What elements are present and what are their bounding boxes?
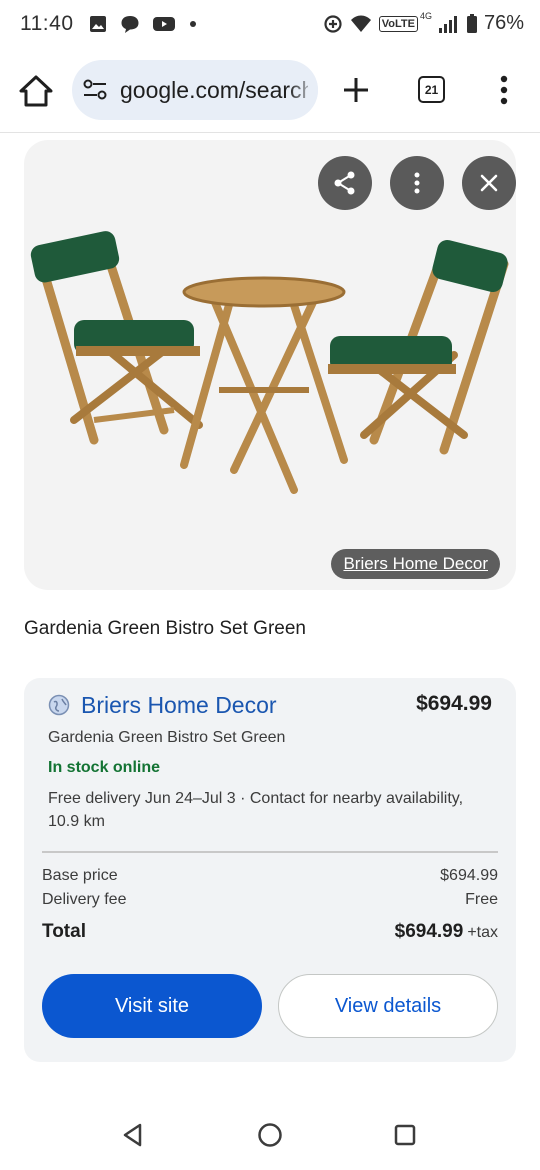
offer-price: $694.99 (416, 692, 492, 715)
home-icon[interactable] (16, 71, 56, 111)
wifi-icon (350, 15, 371, 32)
image-more-button[interactable] (390, 156, 444, 210)
seller-link[interactable]: Briers Home Decor (81, 692, 277, 719)
volte-badge: VoLTE (378, 15, 418, 32)
tab-count: 21 (424, 82, 439, 97)
back-icon[interactable] (118, 1120, 148, 1150)
close-button[interactable] (462, 156, 516, 210)
stock-status: In stock online (48, 759, 161, 776)
dot-icon (190, 21, 196, 27)
tax-label: +tax (467, 924, 498, 941)
left-chair (30, 231, 203, 445)
base-price-label: Base price (42, 867, 118, 884)
notification-icons (88, 14, 198, 34)
offer-card: Briers Home Decor $694.99 Gardenia Green… (24, 678, 516, 1062)
more-vert-icon (414, 172, 420, 194)
url-text[interactable]: google.com/search (120, 77, 308, 104)
delivery-fee-value: Free (465, 891, 498, 908)
recents-icon[interactable] (390, 1120, 420, 1150)
offer-product-name: Gardenia Green Bistro Set Green (48, 729, 286, 746)
delivery-info: Free delivery Jun 24–Jul 3 · Contact for… (48, 790, 464, 830)
price-divider (42, 851, 498, 853)
system-nav-bar (0, 1100, 540, 1170)
gallery-icon (90, 16, 106, 32)
tune-icon[interactable] (82, 78, 108, 102)
url-fade (288, 60, 318, 120)
base-price-value: $694.99 (440, 867, 498, 884)
chat-bubble-icon (121, 16, 139, 33)
address-bar[interactable]: google.com/search (72, 60, 318, 120)
youtube-icon (153, 17, 175, 31)
visit-site-button[interactable]: Visit site (42, 974, 262, 1038)
network-type: 4G (419, 10, 432, 21)
product-title: Gardenia Green Bistro Set Green (24, 618, 306, 639)
status-bar: 11:40 VoLTE 4G 76% (0, 0, 540, 50)
right-chair (328, 240, 509, 455)
total-label: Total (42, 921, 86, 942)
product-image[interactable] (24, 220, 516, 590)
delivery-fee-label: Delivery fee (42, 891, 127, 908)
status-time: 11:40 (20, 12, 74, 35)
share-icon (334, 171, 355, 195)
plus-icon[interactable] (336, 70, 376, 110)
more-vert-icon[interactable] (490, 72, 518, 108)
battery-icon (466, 13, 477, 33)
battery-percent: 76% (483, 12, 524, 34)
tabs-icon[interactable]: 21 (418, 76, 445, 103)
total-value: $694.99 +tax (395, 921, 498, 943)
system-status: VoLTE 4G 76% (323, 10, 524, 35)
close-icon (480, 174, 498, 192)
browser-toolbar: google.com/search 21 (0, 56, 540, 126)
signal-icon (438, 15, 457, 33)
total-amount: $694.99 (394, 921, 464, 942)
table (180, 276, 348, 494)
image-source-link[interactable]: Briers Home Decor (331, 549, 500, 579)
product-image-card[interactable]: Briers Home Decor (24, 140, 516, 590)
share-button[interactable] (318, 156, 372, 210)
toolbar-divider (0, 132, 540, 133)
home-circle-icon[interactable] (255, 1120, 285, 1150)
view-details-button[interactable]: View details (278, 974, 498, 1038)
data-saver-icon (324, 14, 342, 33)
globe-icon (48, 694, 70, 716)
